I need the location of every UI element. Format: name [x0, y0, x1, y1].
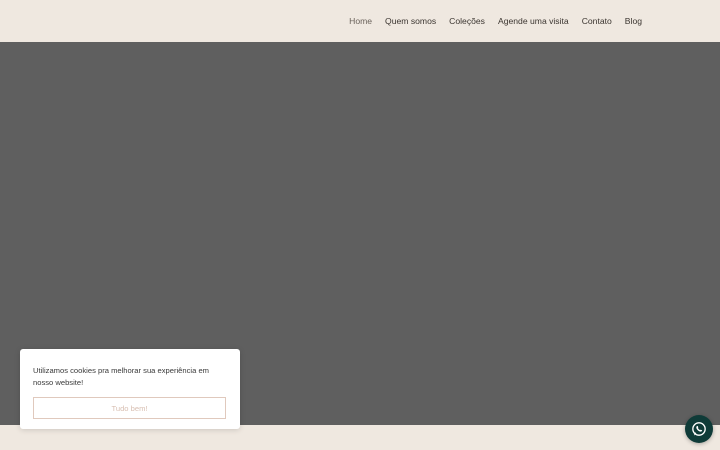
- cookie-banner: Utilizamos cookies pra melhorar sua expe…: [20, 349, 240, 429]
- whatsapp-icon: [690, 420, 708, 438]
- nav-item-blog[interactable]: Blog: [625, 16, 642, 26]
- whatsapp-button[interactable]: [685, 415, 713, 443]
- nav-item-quem-somos[interactable]: Quem somos: [385, 16, 436, 26]
- cookie-accept-button[interactable]: Tudo bem!: [33, 397, 226, 419]
- nav-item-home[interactable]: Home: [349, 16, 372, 26]
- cookie-message: Utilizamos cookies pra melhorar sua expe…: [33, 366, 209, 387]
- site-header: Home Quem somos Coleções Agende uma visi…: [0, 0, 720, 42]
- nav-item-contato[interactable]: Contato: [582, 16, 612, 26]
- nav-item-agende-visita[interactable]: Agende uma visita: [498, 16, 569, 26]
- nav-item-colecoes[interactable]: Coleções: [449, 16, 485, 26]
- main-nav: Home Quem somos Coleções Agende uma visi…: [349, 0, 642, 42]
